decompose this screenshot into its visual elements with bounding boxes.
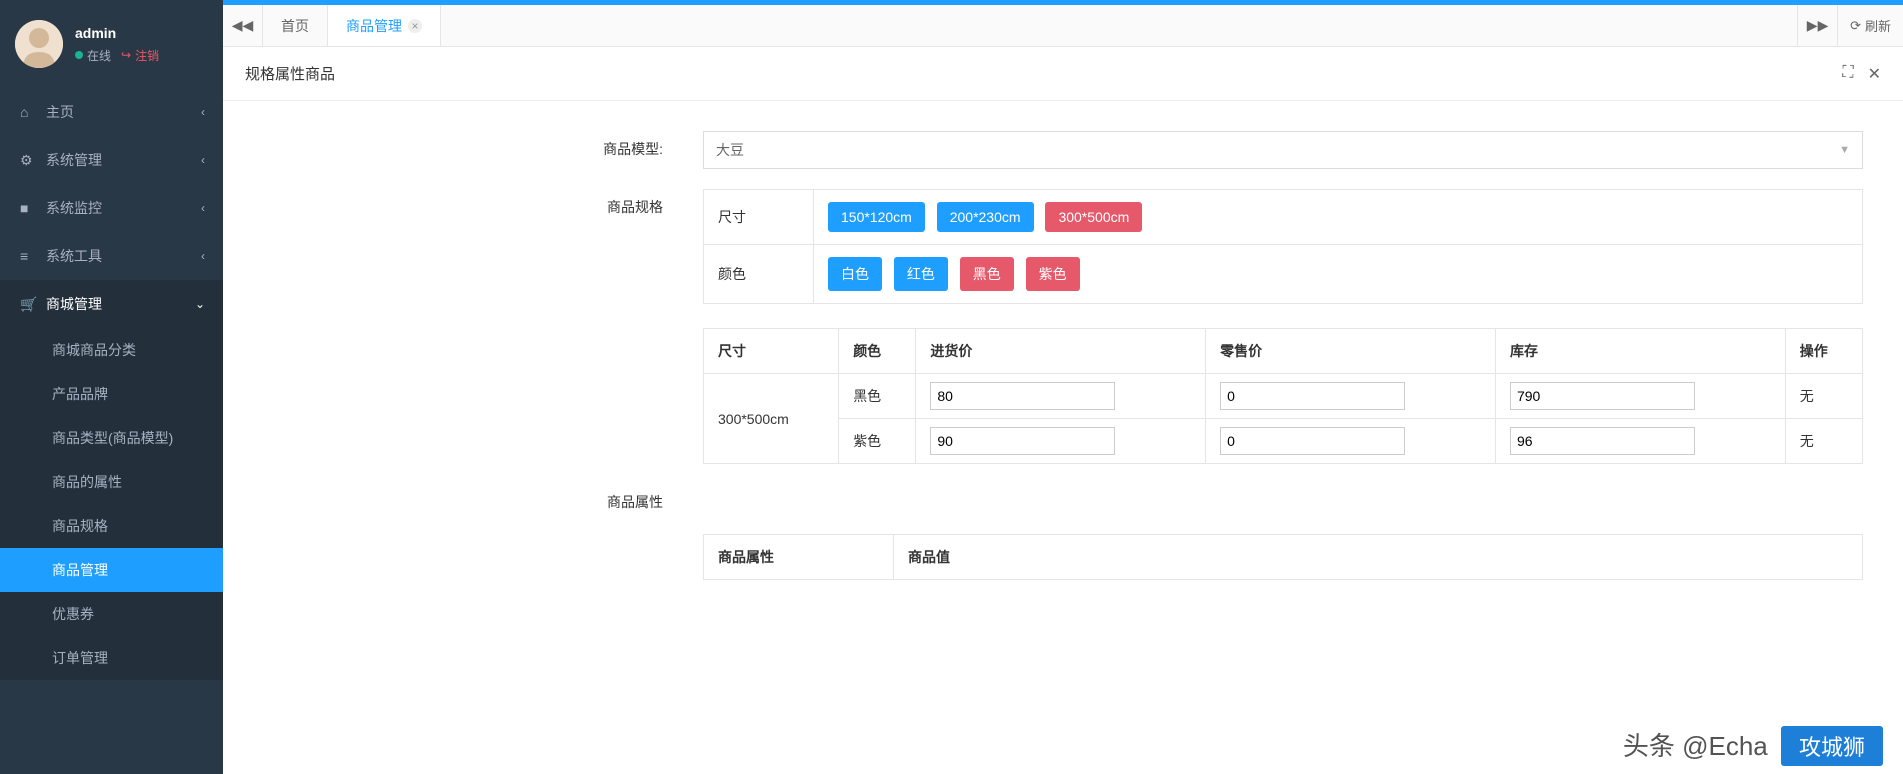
color-tag-red[interactable]: 红色 — [894, 257, 948, 291]
th-stock: 库存 — [1495, 329, 1785, 374]
status-text: 在线 — [87, 47, 111, 64]
sidebar-item-type[interactable]: 商品类型(商品模型) — [0, 416, 223, 460]
chevron-left-icon: ‹ — [201, 153, 205, 167]
sidebar-item-product[interactable]: 商品管理 — [0, 548, 223, 592]
stock-input[interactable] — [1510, 427, 1695, 455]
close-icon[interactable]: ✕ — [1868, 64, 1881, 84]
gear-icon: ⚙ — [20, 152, 36, 169]
label-spec: 商品规格 — [223, 189, 703, 217]
caret-down-icon: ▼ — [1839, 144, 1850, 156]
spec-row-label: 颜色 — [704, 245, 814, 304]
main-content: ◀◀ 首页 商品管理 × ▶▶ ⟳ 刷新 规格属性商品 ⛶ ✕ 商品模型: — [223, 0, 1903, 774]
size-tag-3[interactable]: 300*500cm — [1045, 202, 1142, 232]
user-name: admin — [75, 25, 208, 41]
nav-home[interactable]: ⌂ 主页 ‹ — [0, 88, 223, 136]
nav-mall-mgmt[interactable]: 🛒 商城管理 ⌄ — [0, 280, 223, 328]
th-value: 商品值 — [894, 535, 1863, 580]
chevron-down-icon: ⌄ — [195, 297, 205, 311]
model-select[interactable]: 大豆 ▼ — [703, 131, 1863, 169]
refresh-icon: ⟳ — [1850, 18, 1861, 34]
camera-icon: ■ — [20, 200, 36, 216]
c额ll-action: 无 — [1785, 374, 1862, 419]
tabs-scroll-right[interactable]: ▶▶ — [1797, 5, 1837, 46]
tabs-scroll-left[interactable]: ◀◀ — [223, 5, 263, 46]
tab-product[interactable]: 商品管理 × — [328, 5, 441, 46]
form-content: 商品模型: 大豆 ▼ 商品规格 尺寸 150*120cm — [223, 101, 1903, 774]
user-panel: admin 在线 ↪ 注销 — [0, 0, 223, 88]
spec-table: 尺寸 150*120cm 200*230cm 300*500cm 颜色 白色 — [703, 189, 1863, 304]
avatar[interactable] — [15, 20, 63, 68]
retail-input[interactable] — [1220, 427, 1405, 455]
th-retail: 零售价 — [1206, 329, 1496, 374]
color-tag-purple[interactable]: 紫色 — [1026, 257, 1080, 291]
chevron-left-icon: ‹ — [201, 249, 205, 263]
nav-menu: ⌂ 主页 ‹ ⚙ 系统管理 ‹ ■ 系统监控 ‹ ≡ 系统工具 ‹ 🛒 商城管 — [0, 88, 223, 680]
menu-icon: ≡ — [20, 248, 36, 264]
sidebar-item-attribute[interactable]: 商品的属性 — [0, 460, 223, 504]
chevron-left-icon: ‹ — [201, 105, 205, 119]
th-color: 颜色 — [839, 329, 916, 374]
size-tag-1[interactable]: 150*120cm — [828, 202, 925, 232]
chevron-left-icon: ‹ — [201, 201, 205, 215]
home-icon: ⌂ — [20, 104, 36, 120]
th-action: 操作 — [1785, 329, 1862, 374]
logout-icon[interactable]: ↪ — [121, 48, 131, 62]
sidebar-item-brand[interactable]: 产品品牌 — [0, 372, 223, 416]
label-attr: 商品属性 — [223, 484, 703, 512]
cart-icon: 🛒 — [20, 296, 36, 313]
sku-table: 尺寸 颜色 进货价 零售价 库存 操作 300*500cm 黑色 — [703, 328, 1863, 464]
refresh-button[interactable]: ⟳ 刷新 — [1837, 5, 1903, 46]
page-title: 规格属性商品 — [245, 63, 335, 84]
sidebar: admin 在线 ↪ 注销 ⌂ 主页 ‹ ⚙ 系统管理 ‹ ■ — [0, 0, 223, 774]
color-tag-white[interactable]: 白色 — [828, 257, 882, 291]
th-attr: 商品属性 — [704, 535, 894, 580]
sidebar-item-order[interactable]: 订单管理 — [0, 636, 223, 680]
status-dot-icon — [75, 51, 83, 59]
sidebar-item-coupon[interactable]: 优惠券 — [0, 592, 223, 636]
maximize-icon[interactable]: ⛶ — [1842, 64, 1853, 84]
spec-row-label: 尺寸 — [704, 190, 814, 245]
page-header: 规格属性商品 ⛶ ✕ — [223, 47, 1903, 101]
attr-table: 商品属性 商品值 — [703, 534, 1863, 580]
cost-input[interactable] — [930, 427, 1115, 455]
tab-home[interactable]: 首页 — [263, 5, 328, 46]
retail-input[interactable] — [1220, 382, 1405, 410]
cost-input[interactable] — [930, 382, 1115, 410]
cell-color: 黑色 — [839, 374, 916, 419]
table-row: 300*500cm 黑色 无 — [704, 374, 1863, 419]
th-size: 尺寸 — [704, 329, 839, 374]
color-tag-black[interactable]: 黑色 — [960, 257, 1014, 291]
sidebar-item-spec[interactable]: 商品规格 — [0, 504, 223, 548]
cell-color: 紫色 — [839, 419, 916, 464]
nav-system-mgmt[interactable]: ⚙ 系统管理 ‹ — [0, 136, 223, 184]
size-tag-2[interactable]: 200*230cm — [937, 202, 1034, 232]
sidebar-item-category[interactable]: 商城商品分类 — [0, 328, 223, 372]
nav-system-tools[interactable]: ≡ 系统工具 ‹ — [0, 232, 223, 280]
table-row: 紫色 无 — [704, 419, 1863, 464]
th-cost: 进货价 — [916, 329, 1206, 374]
cell-action: 无 — [1785, 419, 1862, 464]
stock-input[interactable] — [1510, 382, 1695, 410]
close-icon[interactable]: × — [408, 19, 422, 33]
logout-link[interactable]: 注销 — [135, 47, 159, 64]
tab-bar: ◀◀ 首页 商品管理 × ▶▶ ⟳ 刷新 — [223, 5, 1903, 47]
label-model: 商品模型: — [223, 131, 703, 159]
cell-size: 300*500cm — [704, 374, 839, 464]
nav-system-monitor[interactable]: ■ 系统监控 ‹ — [0, 184, 223, 232]
